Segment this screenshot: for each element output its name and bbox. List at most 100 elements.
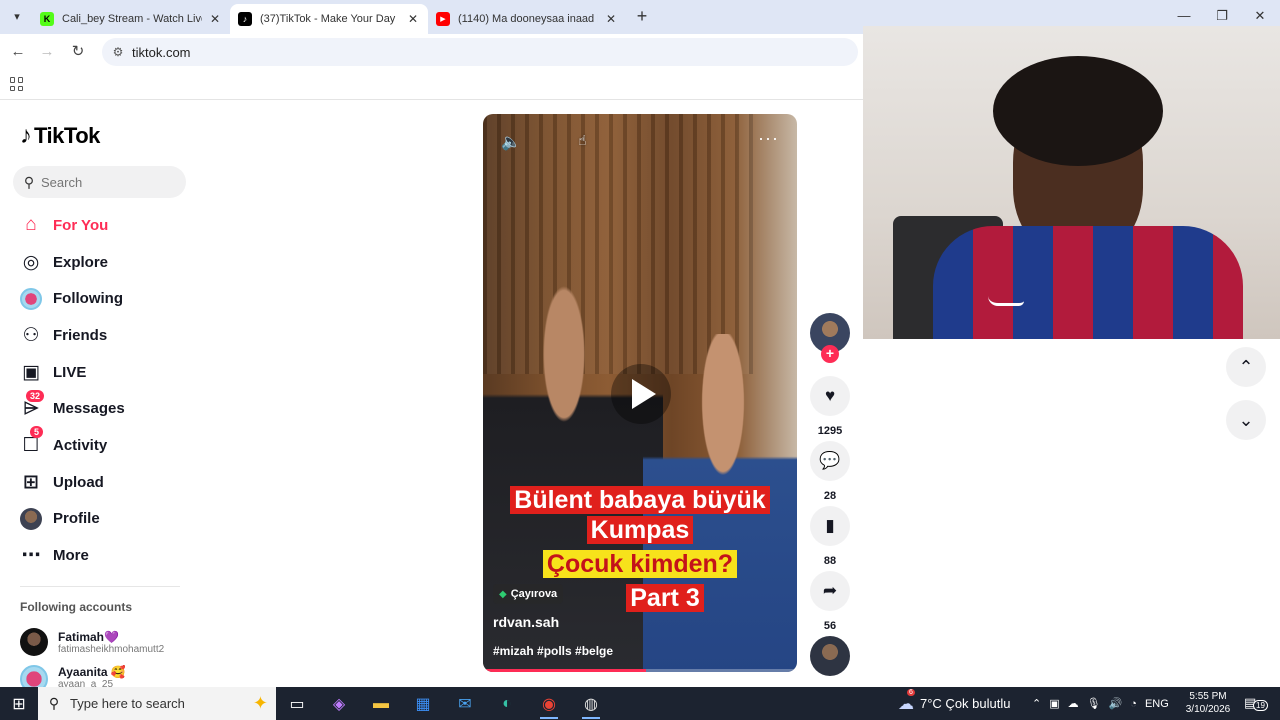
tiktok-logo-text: TikTok xyxy=(34,123,100,148)
mute-icon[interactable]: 🔈 xyxy=(501,132,521,152)
follow-plus-button[interactable]: + xyxy=(821,345,839,363)
video-player[interactable]: 🔈 ··· Bülent babaya büyük Kumpas Çocuk k… xyxy=(483,114,797,672)
sidebar-item-for-you[interactable]: ⌂ For You xyxy=(18,207,125,244)
save-count: 88 xyxy=(823,555,837,567)
reload-icon[interactable]: ↻ xyxy=(68,42,88,62)
weather-text: 7°C Çok bulutlu xyxy=(920,696,1011,711)
video-hashtags[interactable]: #mizah #polls #belge xyxy=(493,644,613,658)
search-bar[interactable]: ⚲ xyxy=(13,166,186,198)
play-icon xyxy=(632,379,656,409)
caption-line-1: Bülent babaya büyük xyxy=(483,486,797,515)
bookmarks-bar xyxy=(0,70,863,100)
next-video-button[interactable]: ⌄ xyxy=(1226,400,1266,440)
following-accounts-heading: Following accounts xyxy=(20,600,133,614)
previous-video-button[interactable]: ⌃ xyxy=(1226,347,1266,387)
edge-icon[interactable]: ◐ xyxy=(486,687,528,720)
sidebar-item-upload[interactable]: ⊞ Upload xyxy=(18,464,125,501)
chevron-up-icon: ⌃ xyxy=(1238,356,1254,377)
sidebar-item-label: Explore xyxy=(53,253,109,271)
kick-favicon-icon: K xyxy=(40,12,54,26)
restore-icon[interactable]: ❐ xyxy=(1212,8,1232,24)
tray-expand-icon[interactable]: ⌃ xyxy=(1032,697,1041,710)
taskbar-clock[interactable]: 5:55 PM 3/10/2026 xyxy=(1184,690,1232,716)
notification-icon[interactable]: ▤ 19 xyxy=(1244,695,1268,711)
home-icon: ⌂ xyxy=(25,214,37,236)
address-bar[interactable]: ⚙ tiktok.com xyxy=(102,38,858,66)
mail-icon[interactable]: ✉ xyxy=(444,687,486,720)
language-indicator[interactable]: ENG xyxy=(1145,698,1169,710)
browser-tab-tiktok[interactable]: ♪ (37)TikTok - Make Your Day ✕ xyxy=(230,4,428,34)
caption-line-2: Kumpas xyxy=(483,516,797,545)
sidebar-item-label: Profile xyxy=(53,510,100,528)
tab-search-dropdown-icon[interactable]: ▾ xyxy=(6,7,28,27)
browser-tab-youtube[interactable]: ▶ (1140) Ma dooneysaa inaad kic ✕ xyxy=(428,4,626,34)
more-options-icon[interactable]: ··· xyxy=(758,128,779,149)
location-text: Çayırova xyxy=(510,588,558,600)
avatar xyxy=(20,628,48,656)
share-action[interactable]: ➦ 56 xyxy=(810,571,850,632)
video-progress-bar[interactable] xyxy=(483,669,797,672)
sidebar-item-label: Activity xyxy=(53,436,108,454)
back-arrow-icon[interactable]: ← xyxy=(8,42,28,62)
compass-icon: ◎ xyxy=(22,251,40,273)
comment-action[interactable]: 💬 28 xyxy=(810,441,850,502)
taskbar-search-placeholder: Type here to search xyxy=(70,696,185,711)
location-tag[interactable]: ◆ Çayırova xyxy=(493,584,564,604)
microphone-icon[interactable]: 🎙 xyxy=(1087,697,1101,710)
sidebar-item-label: Friends xyxy=(53,326,108,344)
following-account-item[interactable]: Ayaanita 🥰 ayaan_a_25 xyxy=(20,665,126,687)
close-tab-icon[interactable]: ✕ xyxy=(208,12,222,26)
volume-icon[interactable]: 🔊 xyxy=(1109,697,1123,710)
webcam-person-hair xyxy=(993,56,1163,166)
apps-grid-icon[interactable] xyxy=(10,77,24,91)
sidebar-item-messages[interactable]: ⌲ 32 Messages xyxy=(18,389,125,427)
new-tab-button[interactable]: + xyxy=(632,7,652,27)
account-handle: ayaan_a_25 xyxy=(58,679,114,687)
tab-title: (1140) Ma dooneysaa inaad kic xyxy=(458,13,598,25)
video-author[interactable]: rdvan.sah xyxy=(493,614,559,630)
taskbar-search[interactable]: ⚲ Type here to search ✦ xyxy=(38,687,276,720)
sidebar-item-friends[interactable]: ⚇ Friends xyxy=(18,317,125,354)
comment-icon[interactable]: 💬 xyxy=(810,441,850,481)
like-action[interactable]: ♥ 1295 xyxy=(810,376,850,437)
sidebar-item-explore[interactable]: ◎ Explore xyxy=(18,244,125,281)
following-account-item[interactable]: Fatimah💜 fatimasheikhmohamutt2 xyxy=(20,628,164,656)
task-view-icon[interactable]: ▭ xyxy=(276,687,318,720)
file-explorer-icon[interactable]: ▬ xyxy=(360,687,402,720)
site-settings-icon[interactable]: ⚙ xyxy=(106,45,130,59)
share-icon[interactable]: ➦ xyxy=(810,571,850,611)
sidebar-item-label: Messages xyxy=(53,400,125,418)
minimize-icon[interactable]: — xyxy=(1174,8,1194,23)
browser-tab-kick[interactable]: K Cali_bey Stream - Watch Live on ✕ xyxy=(32,4,230,34)
tab-title: Cali_bey Stream - Watch Live on xyxy=(62,13,202,25)
chrome-icon[interactable]: ◉ xyxy=(528,687,570,720)
weather-widget[interactable]: ☁ 6 7°C Çok bulutlu xyxy=(898,687,1010,720)
obs-icon[interactable]: ◍ xyxy=(570,687,612,720)
play-button[interactable] xyxy=(611,364,671,424)
upload-icon: ⊞ xyxy=(23,471,39,493)
search-input[interactable] xyxy=(41,174,171,190)
close-tab-icon[interactable]: ✕ xyxy=(604,12,618,26)
account-name: Fatimah💜 xyxy=(58,629,119,644)
windows-start-icon[interactable]: ⊞ xyxy=(0,687,38,720)
onedrive-icon[interactable]: ☁ xyxy=(1068,697,1079,710)
copilot-icon[interactable]: ◈ xyxy=(318,687,360,720)
next-creator-avatar[interactable] xyxy=(810,636,850,676)
tiktok-logo[interactable]: ♪ TikTok xyxy=(20,122,100,150)
forward-arrow-icon[interactable]: → xyxy=(37,42,57,62)
wifi-icon[interactable]: ◔ xyxy=(1130,698,1137,710)
close-window-icon[interactable]: ✕ xyxy=(1250,8,1270,24)
activity-icon: ☐ 5 xyxy=(18,426,44,458)
heart-icon[interactable]: ♥ xyxy=(810,376,850,416)
bookmark-icon[interactable]: ▮ xyxy=(810,506,850,546)
save-action[interactable]: ▮ 88 xyxy=(810,506,850,567)
sidebar-item-live[interactable]: ▣ LIVE xyxy=(18,354,125,391)
tray-app-icon[interactable]: ▣ xyxy=(1049,697,1059,710)
sidebar-item-activity[interactable]: ☐ 5 Activity xyxy=(18,426,125,464)
sidebar-item-more[interactable]: ⋯ More xyxy=(18,537,125,574)
sidebar-item-profile[interactable]: Profile xyxy=(18,501,125,538)
following-avatar-icon xyxy=(18,286,44,312)
microsoft-store-icon[interactable]: ▦ xyxy=(402,687,444,720)
close-tab-icon[interactable]: ✕ xyxy=(406,12,420,26)
sidebar-item-following[interactable]: Following xyxy=(18,280,125,317)
